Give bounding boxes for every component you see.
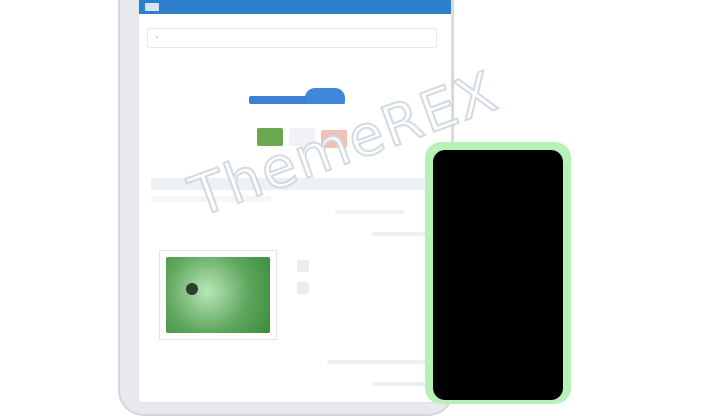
feature-card[interactable] (159, 250, 277, 340)
content-line (335, 210, 405, 214)
image-tile (289, 128, 315, 146)
image-tile (321, 130, 347, 148)
phone-screen (433, 150, 563, 400)
content-band (151, 178, 437, 190)
detail-row (297, 260, 437, 272)
breadcrumb-arrow-icon: › (156, 35, 158, 41)
content-band (151, 196, 271, 202)
detail-row (297, 282, 437, 294)
tablet-screen: › (139, 0, 451, 402)
feature-details (297, 250, 437, 294)
cloud-icon (305, 88, 345, 104)
image-tile (257, 128, 283, 146)
phone-icon (425, 142, 571, 404)
camera-icon (186, 283, 198, 295)
breadcrumb: › (147, 28, 437, 48)
content-line (327, 360, 437, 364)
feature-image (166, 257, 270, 333)
thumb-icon (297, 260, 309, 272)
app-bar (139, 0, 451, 14)
thumb-icon (297, 282, 309, 294)
logo-icon (145, 3, 159, 11)
